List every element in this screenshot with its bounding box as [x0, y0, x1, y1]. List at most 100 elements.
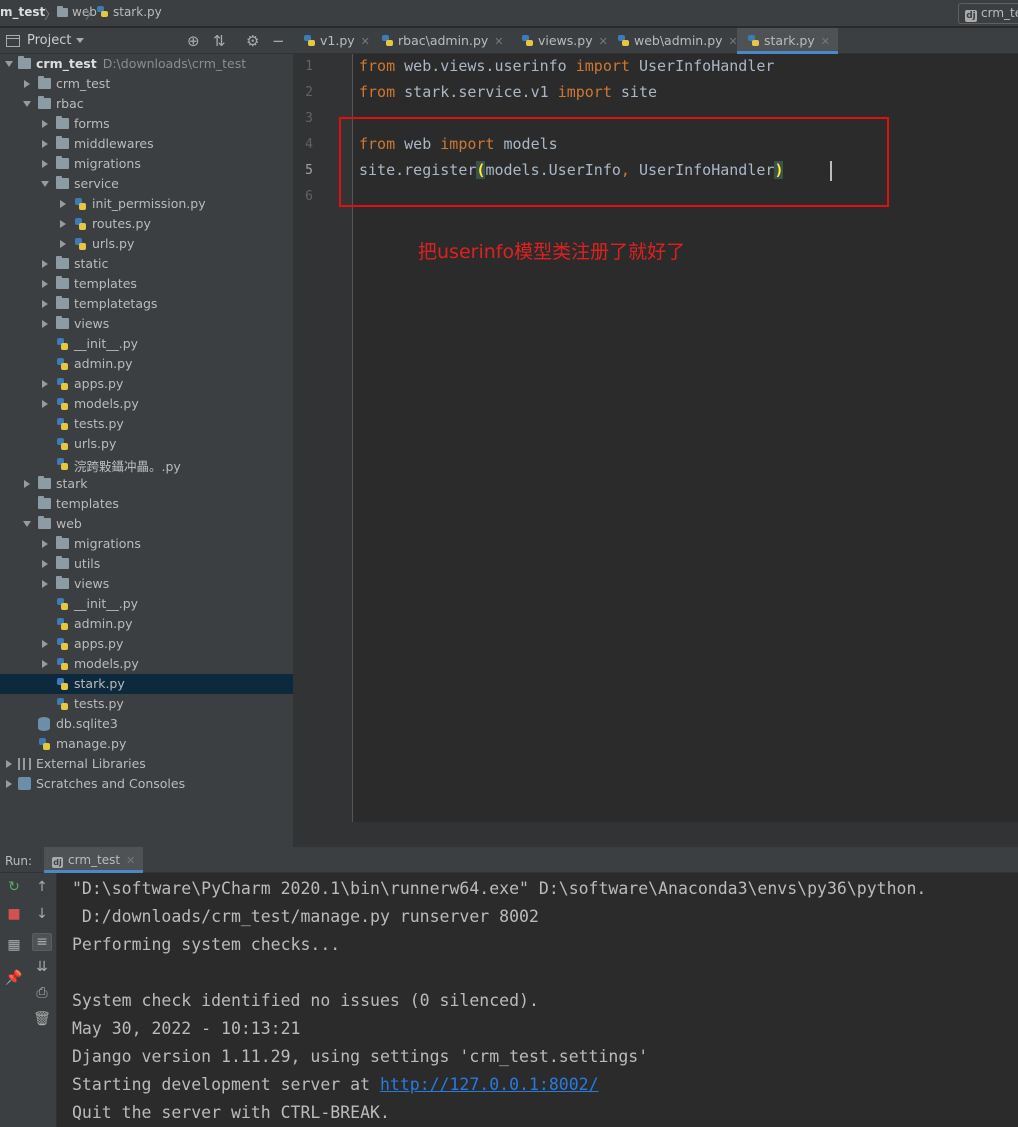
tree-item[interactable]: stark.py	[0, 674, 293, 694]
tree-item[interactable]: web	[0, 514, 293, 534]
close-icon[interactable]: ✕	[494, 35, 503, 48]
tree-item[interactable]: 浣跨敤鑷冲畾。.py	[0, 454, 293, 474]
close-icon[interactable]: ✕	[361, 35, 370, 48]
chevron-right-icon[interactable]	[42, 260, 48, 268]
close-icon[interactable]: ✕	[821, 35, 830, 48]
tree-item[interactable]: static	[0, 254, 293, 274]
chevron-right-icon[interactable]	[60, 240, 66, 248]
editor-tab[interactable]: v1.py ✕	[293, 28, 378, 54]
tree-item[interactable]: crm_test	[0, 74, 293, 94]
tree-item[interactable]: admin.py	[0, 614, 293, 634]
trash-icon[interactable]: 🗑	[33, 1011, 51, 1027]
tree-item[interactable]: manage.py	[0, 734, 293, 754]
chevron-right-icon[interactable]	[42, 320, 48, 328]
hide-panel-icon[interactable]: −	[272, 32, 285, 50]
chevron-right-icon[interactable]	[6, 780, 12, 788]
print-icon[interactable]: ⎙	[33, 985, 51, 1001]
editor-tab[interactable]: web\admin.py ✕	[607, 28, 746, 54]
tree-item[interactable]: forms	[0, 114, 293, 134]
chevron-right-icon[interactable]	[24, 480, 30, 488]
gear-icon[interactable]: ⚙	[246, 32, 259, 50]
chevron-right-icon[interactable]	[42, 400, 48, 408]
tree-item[interactable]: Scratches and Consoles	[0, 774, 293, 794]
tree-item[interactable]: service	[0, 174, 293, 194]
chevron-right-icon[interactable]	[42, 160, 48, 168]
chevron-right-icon[interactable]	[42, 300, 48, 308]
breadcrumb-file[interactable]: stark.py	[96, 5, 162, 19]
editor-tab[interactable]: stark.py ✕	[737, 28, 838, 54]
scroll-to-end-icon[interactable]: ⇊	[33, 959, 51, 975]
editor-tab[interactable]: rbac\admin.py ✕	[371, 28, 512, 54]
stop-icon[interactable]: ■	[5, 906, 23, 922]
python-file-icon	[304, 35, 315, 46]
tree-item[interactable]: models.py	[0, 654, 293, 674]
tree-item[interactable]: External Libraries	[0, 754, 293, 774]
chevron-right-icon[interactable]	[42, 380, 48, 388]
chevron-down-icon[interactable]	[76, 38, 84, 43]
folder-icon	[56, 316, 69, 329]
tree-item[interactable]: apps.py	[0, 634, 293, 654]
tree-item[interactable]: crm_test D:\downloads\crm_test	[0, 54, 293, 74]
breadcrumb-project[interactable]: m_test	[0, 5, 45, 19]
layout-icon[interactable]: ▦	[5, 937, 23, 953]
chevron-down-icon[interactable]	[23, 101, 31, 107]
tree-item[interactable]: apps.py	[0, 374, 293, 394]
python-file-icon	[618, 35, 629, 46]
chevron-down-icon[interactable]	[41, 181, 49, 187]
tree-item[interactable]: tests.py	[0, 414, 293, 434]
chevron-right-icon[interactable]	[42, 580, 48, 588]
tree-item[interactable]: utils	[0, 554, 293, 574]
editor-tab[interactable]: views.py ✕	[511, 28, 616, 54]
locate-target-icon[interactable]: ⊕	[187, 32, 200, 50]
chevron-right-icon[interactable]	[6, 760, 12, 768]
chevron-right-icon[interactable]	[42, 640, 48, 648]
tree-item[interactable]: rbac	[0, 94, 293, 114]
tree-item[interactable]: admin.py	[0, 354, 293, 374]
tree-item[interactable]: middlewares	[0, 134, 293, 154]
folder-icon	[18, 56, 31, 69]
chevron-right-icon[interactable]	[42, 660, 48, 668]
tree-item[interactable]: __init__.py	[0, 334, 293, 354]
server-url-link[interactable]: http://127.0.0.1:8002/	[380, 1075, 599, 1094]
run-configuration-selector[interactable]: djcrm_test	[958, 3, 1018, 24]
rerun-icon[interactable]: ↻	[5, 879, 23, 895]
soft-wrap-icon[interactable]: ≡	[32, 933, 52, 951]
tree-item[interactable]: views	[0, 314, 293, 334]
tree-item[interactable]: migrations	[0, 534, 293, 554]
chevron-right-icon[interactable]	[42, 560, 48, 568]
project-view-selector[interactable]: Project	[27, 33, 71, 48]
python-file-icon	[56, 337, 69, 351]
tree-item[interactable]: models.py	[0, 394, 293, 414]
tree-item[interactable]: views	[0, 574, 293, 594]
tree-item[interactable]: templates	[0, 494, 293, 514]
collapse-all-icon[interactable]: ⇅	[213, 32, 226, 50]
tree-item[interactable]: tests.py	[0, 694, 293, 714]
chevron-down-icon[interactable]	[5, 61, 13, 67]
close-icon[interactable]: ✕	[126, 854, 135, 867]
chevron-right-icon[interactable]	[42, 280, 48, 288]
chevron-right-icon[interactable]	[60, 220, 66, 228]
arrow-down-icon[interactable]: ↓	[33, 906, 51, 922]
tree-item[interactable]: urls.py	[0, 434, 293, 454]
tree-item[interactable]: migrations	[0, 154, 293, 174]
code-line-2[interactable]: from stark.service.v1 import site	[359, 83, 657, 101]
tree-item[interactable]: db.sqlite3	[0, 714, 293, 734]
run-tab[interactable]: dj crm_test ✕	[44, 847, 144, 873]
tree-item[interactable]: init_permission.py	[0, 194, 293, 214]
pin-icon[interactable]: 📌	[5, 970, 23, 986]
tree-item[interactable]: __init__.py	[0, 594, 293, 614]
tree-item[interactable]: stark	[0, 474, 293, 494]
tree-item[interactable]: urls.py	[0, 234, 293, 254]
chevron-right-icon[interactable]	[24, 80, 30, 88]
chevron-right-icon[interactable]	[42, 120, 48, 128]
chevron-right-icon[interactable]	[42, 140, 48, 148]
tree-item[interactable]: templates	[0, 274, 293, 294]
arrow-up-icon[interactable]: ↑	[33, 879, 51, 895]
tree-item[interactable]: routes.py	[0, 214, 293, 234]
code-line-1[interactable]: from web.views.userinfo import UserInfoH…	[359, 57, 774, 75]
chevron-down-icon[interactable]	[23, 521, 31, 527]
tree-item[interactable]: templatetags	[0, 294, 293, 314]
chevron-right-icon[interactable]	[42, 540, 48, 548]
folder-icon	[56, 276, 69, 289]
chevron-right-icon[interactable]	[60, 200, 66, 208]
